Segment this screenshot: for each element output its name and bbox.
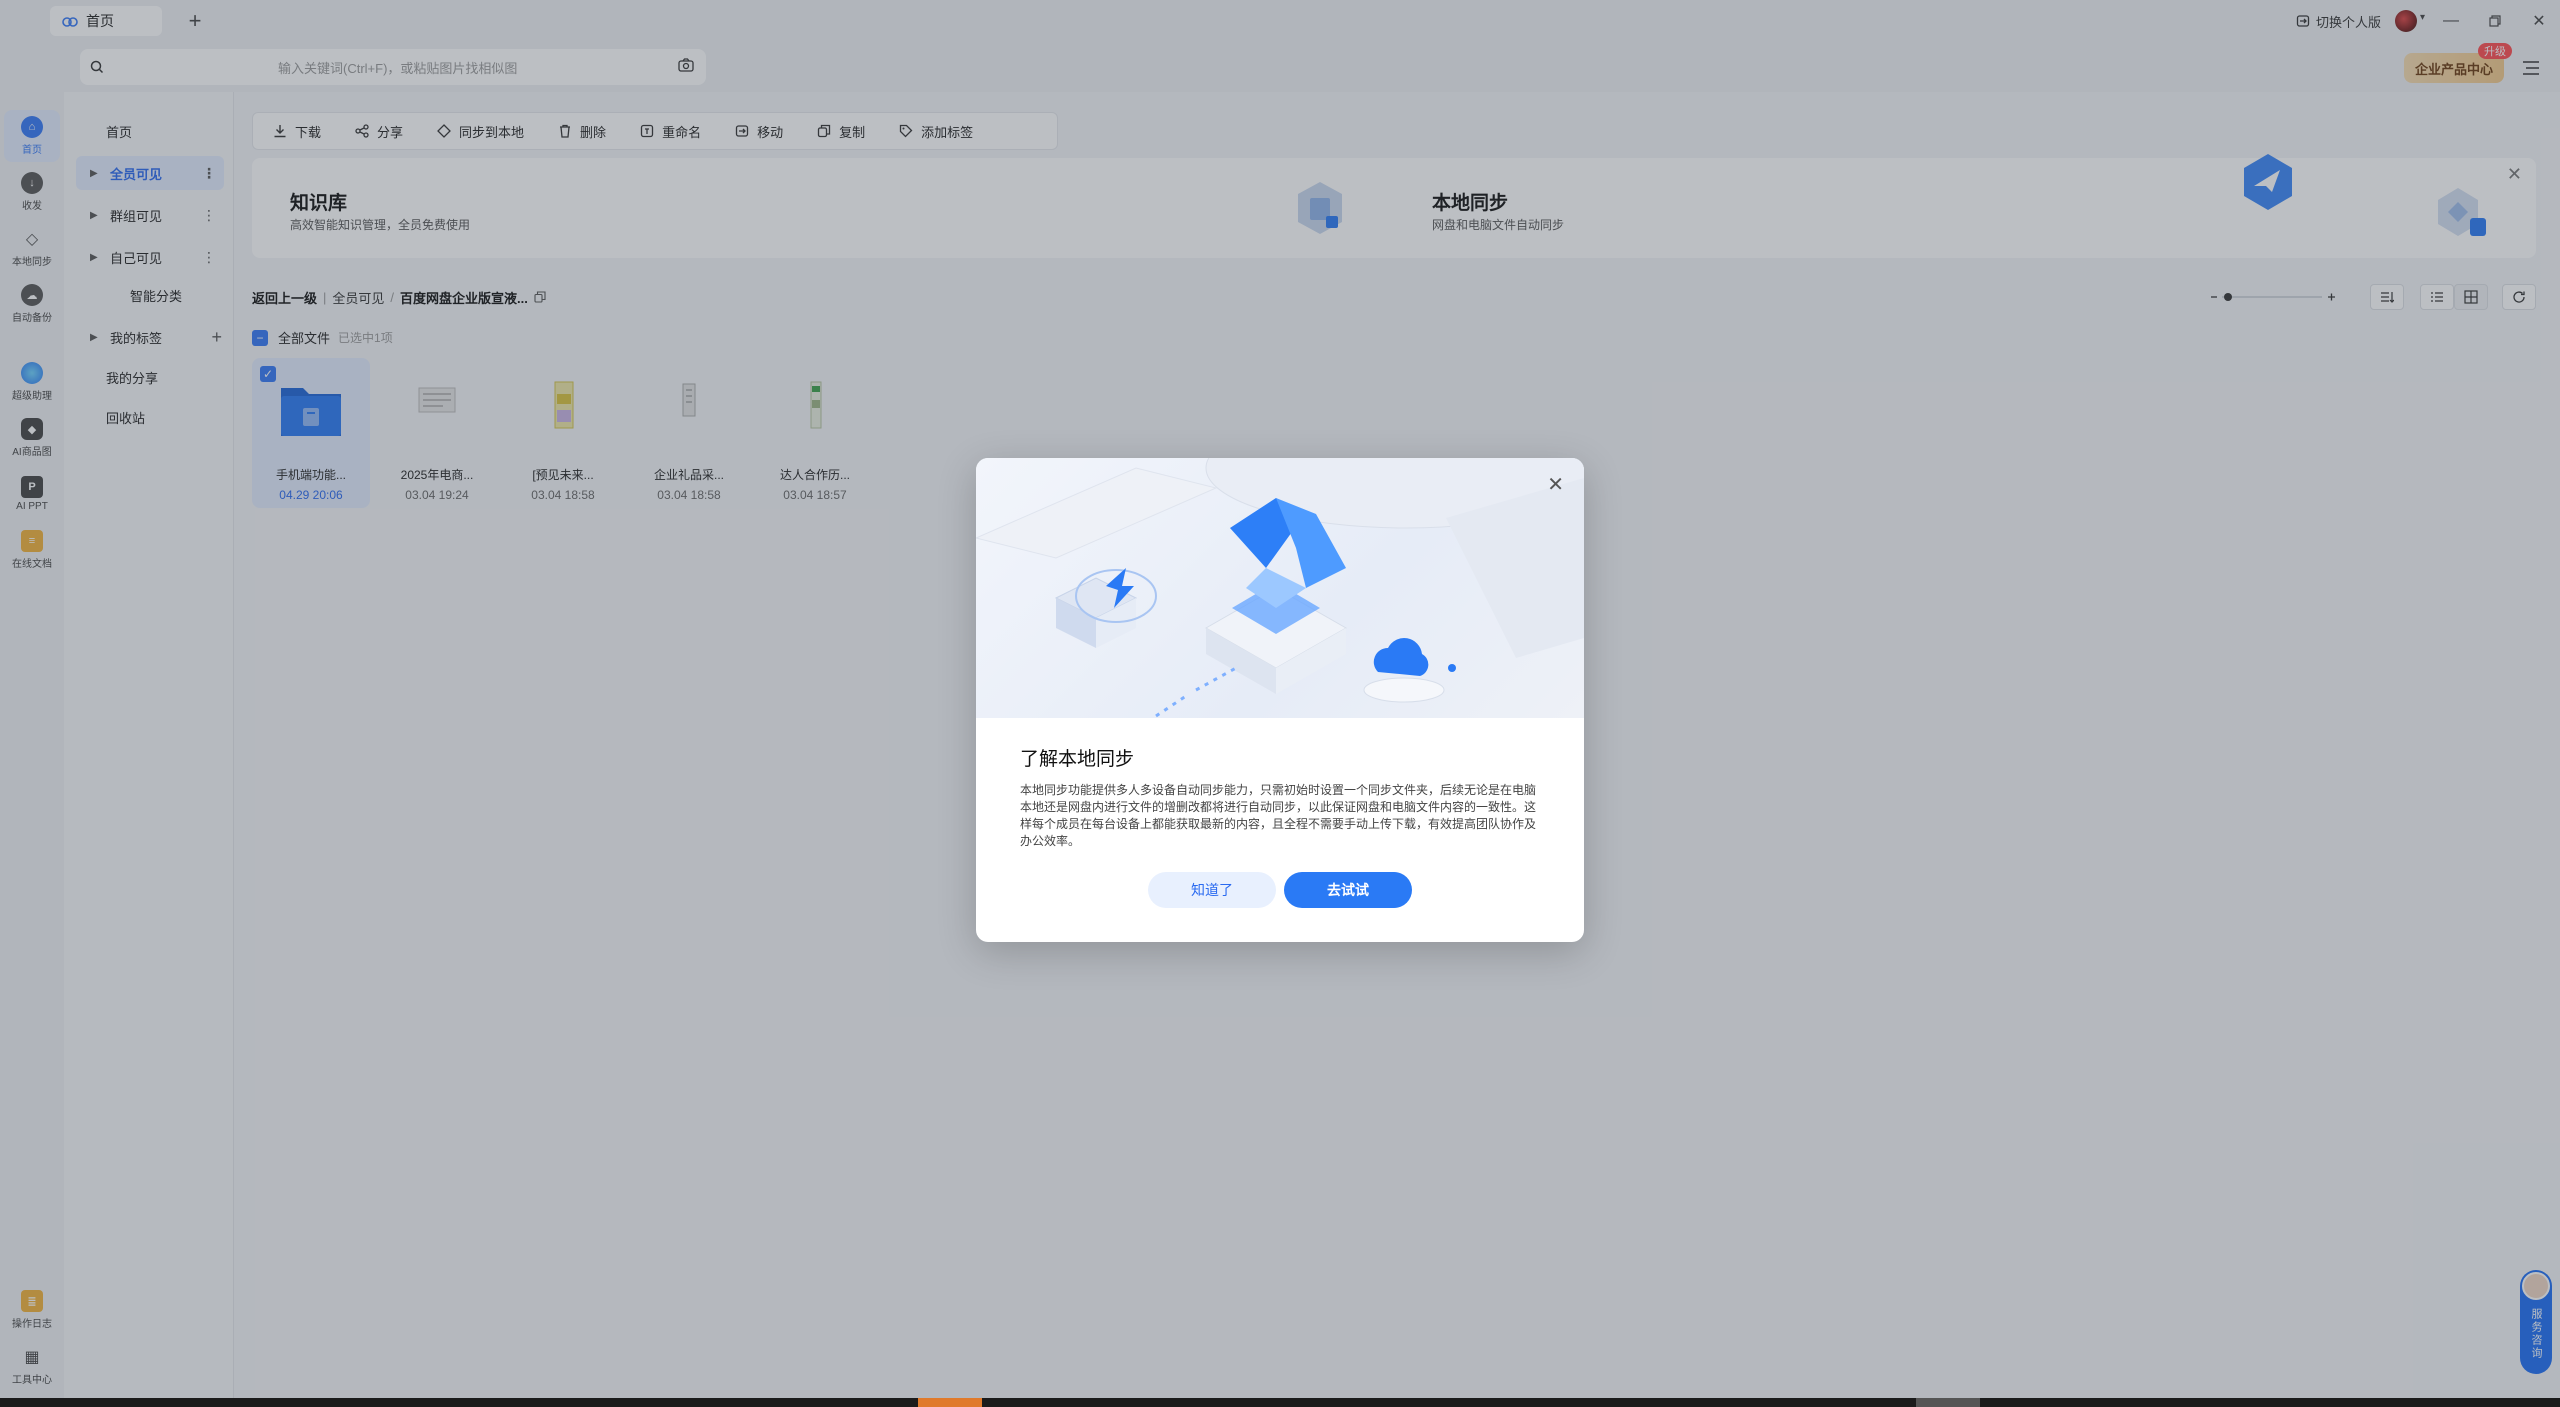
taskbar-app[interactable] xyxy=(1916,1398,1980,1407)
local-sync-dialog: ✕ 了解本地同步 本地同步功能提供多人多设备自动同步能力，只需初始时设置一个同步… xyxy=(976,458,1584,942)
dialog-illustration xyxy=(976,458,1584,718)
taskbar xyxy=(0,1398,2560,1407)
app-window: 首页 + 切换个人版 ▾ — ✕ 输入关键词(Ctrl+F)，或粘贴图片找相似图… xyxy=(0,0,2560,1407)
sync-illustration xyxy=(976,458,1584,718)
got-it-button[interactable]: 知道了 xyxy=(1148,872,1276,908)
dialog-close-icon[interactable]: ✕ xyxy=(1547,472,1564,497)
try-it-button[interactable]: 去试试 xyxy=(1284,872,1412,908)
dialog-body: 本地同步功能提供多人多设备自动同步能力，只需初始时设置一个同步文件夹，后续无论是… xyxy=(1020,783,1537,848)
dialog-title: 了解本地同步 xyxy=(1020,749,1135,770)
taskbar-active-app[interactable] xyxy=(918,1398,982,1407)
